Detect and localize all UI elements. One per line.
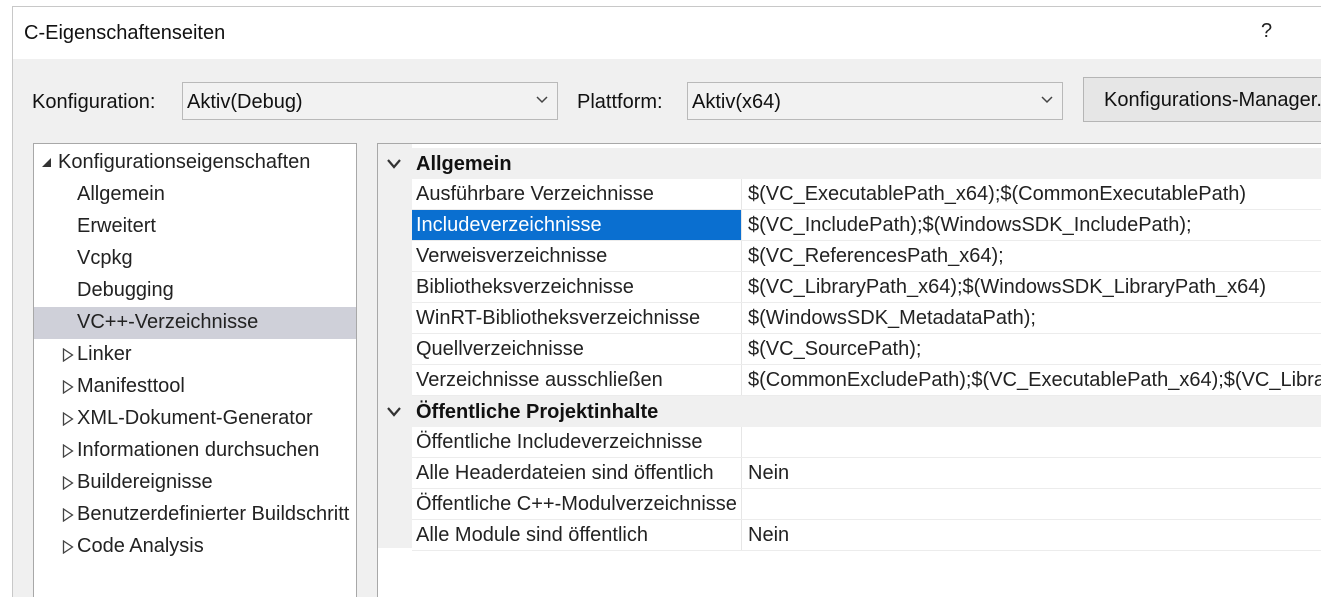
property-row[interactable]: Ausführbare Verzeichnisse $(VC_Executabl… xyxy=(412,179,1321,210)
chevron-down-icon xyxy=(536,96,548,104)
property-name: Quellverzeichnisse xyxy=(412,334,742,364)
category-public-project-content[interactable]: Öffentliche Projektinhalte xyxy=(378,396,1321,427)
window-title: C-Eigenschaftenseiten xyxy=(24,22,226,44)
property-value[interactable]: $(VC_SourcePath); xyxy=(748,338,921,361)
property-row[interactable]: WinRT-Bibliotheksverzeichnisse $(Windows… xyxy=(412,303,1321,334)
chevron-down-icon xyxy=(1041,96,1053,104)
property-row[interactable]: Alle Module sind öffentlich Nein xyxy=(412,520,1321,551)
property-value[interactable]: $(CommonExcludePath);$(VC_ExecutablePath… xyxy=(748,369,1321,392)
collapsed-triangle-icon[interactable] xyxy=(62,540,74,554)
tree-item-root[interactable]: Konfigurationseigenschaften xyxy=(34,147,356,179)
property-value[interactable]: $(WindowsSDK_MetadataPath); xyxy=(748,307,1036,330)
tree-item-label: Buildereignisse xyxy=(77,471,213,493)
tree-item-build-events[interactable]: Buildereignisse xyxy=(34,467,356,499)
property-pages-window: C-Eigenschaftenseiten ? Konfiguration: A… xyxy=(12,6,1321,597)
tree-item-code-analysis[interactable]: Code Analysis xyxy=(34,531,356,563)
tree-item-vcpkg[interactable]: Vcpkg xyxy=(34,243,356,275)
property-name: Öffentliche C++-Modulverzeichnisse xyxy=(412,489,742,519)
tree-item-erweitert[interactable]: Erweitert xyxy=(34,211,356,243)
tree-item-allgemein[interactable]: Allgemein xyxy=(34,179,356,211)
config-manager-button[interactable]: Konfigurations-Manager... xyxy=(1083,77,1321,122)
tree-item-label: Linker xyxy=(77,343,132,365)
tree-item-label: Benutzerdefinierter Buildschritt xyxy=(77,503,350,525)
config-label: Konfiguration: xyxy=(32,91,156,113)
tree-item-label: Konfigurationseigenschaften xyxy=(58,151,311,173)
property-row[interactable]: Öffentliche C++-Modulverzeichnisse xyxy=(412,489,1321,520)
property-name: Bibliotheksverzeichnisse xyxy=(412,272,742,302)
collapsed-triangle-icon[interactable] xyxy=(62,444,74,458)
config-manager-label: Konfigurations-Manager... xyxy=(1104,89,1321,111)
property-name: Ausführbare Verzeichnisse xyxy=(412,179,742,209)
platform-value: Aktiv(x64) xyxy=(692,91,781,113)
property-name: Alle Headerdateien sind öffentlich xyxy=(412,458,742,488)
property-value[interactable]: $(VC_IncludePath);$(WindowsSDK_IncludePa… xyxy=(748,214,1192,237)
tree-item-label: Allgemein xyxy=(77,183,165,205)
expanded-triangle-icon[interactable] xyxy=(41,158,52,168)
grid-gutter xyxy=(378,144,412,548)
property-value[interactable]: $(VC_ReferencesPath_x64); xyxy=(748,245,1004,268)
property-grid: Allgemein Ausführbare Verzeichnisse $(VC… xyxy=(377,143,1321,597)
property-name: WinRT-Bibliotheksverzeichnisse xyxy=(412,303,742,333)
platform-dropdown[interactable]: Aktiv(x64) xyxy=(687,82,1063,120)
title-bar: C-Eigenschaftenseiten ? xyxy=(13,7,1321,59)
chevron-down-icon[interactable] xyxy=(386,157,402,171)
property-row[interactable]: Alle Headerdateien sind öffentlich Nein xyxy=(412,458,1321,489)
tree-item-label: Code Analysis xyxy=(77,535,204,557)
tree-item-debugging[interactable]: Debugging xyxy=(34,275,356,307)
property-row[interactable]: Öffentliche Includeverzeichnisse xyxy=(412,427,1321,458)
property-value[interactable]: Nein xyxy=(748,524,789,547)
tree-item-label: Debugging xyxy=(77,279,174,301)
category-allgemein[interactable]: Allgemein xyxy=(378,148,1321,179)
collapsed-triangle-icon[interactable] xyxy=(62,380,74,394)
tree-item-vc-directories[interactable]: VC++-Verzeichnisse xyxy=(34,307,356,339)
category-tree: Konfigurationseigenschaften Allgemein Er… xyxy=(33,143,357,597)
tree-item-manifesttool[interactable]: Manifesttool xyxy=(34,371,356,403)
property-value[interactable]: $(VC_LibraryPath_x64);$(WindowsSDK_Libra… xyxy=(748,276,1266,299)
tree-item-label: VC++-Verzeichnisse xyxy=(77,311,259,333)
tree-item-label: Manifesttool xyxy=(77,375,185,397)
property-value[interactable]: $(VC_ExecutablePath_x64);$(CommonExecuta… xyxy=(748,183,1246,206)
collapsed-triangle-icon[interactable] xyxy=(62,412,74,426)
tree-item-browse-info[interactable]: Informationen durchsuchen xyxy=(34,435,356,467)
tree-item-label: Erweitert xyxy=(77,215,156,237)
tree-item-label: XML-Dokument-Generator xyxy=(77,407,313,429)
property-name-selected: Includeverzeichnisse xyxy=(412,210,742,240)
property-row[interactable]: Includeverzeichnisse $(VC_IncludePath);$… xyxy=(412,210,1321,241)
property-row[interactable]: Verzeichnisse ausschließen $(CommonExclu… xyxy=(412,365,1321,396)
category-label: Allgemein xyxy=(416,153,512,175)
tree-item-linker[interactable]: Linker xyxy=(34,339,356,371)
property-name: Öffentliche Includeverzeichnisse xyxy=(412,427,742,457)
collapsed-triangle-icon[interactable] xyxy=(62,348,74,362)
tree-item-label: Informationen durchsuchen xyxy=(77,439,320,461)
property-name: Alle Module sind öffentlich xyxy=(412,520,742,550)
platform-label: Plattform: xyxy=(577,91,663,113)
property-name: Verzeichnisse ausschließen xyxy=(412,365,742,395)
property-row[interactable]: Verweisverzeichnisse $(VC_ReferencesPath… xyxy=(412,241,1321,272)
tree-item-label: Vcpkg xyxy=(77,247,133,269)
help-button[interactable]: ? xyxy=(1261,20,1272,43)
tree-item-custom-build-step[interactable]: Benutzerdefinierter Buildschritt xyxy=(34,499,356,531)
collapsed-triangle-icon[interactable] xyxy=(62,476,74,490)
property-row[interactable]: Quellverzeichnisse $(VC_SourcePath); xyxy=(412,334,1321,365)
property-row[interactable]: Bibliotheksverzeichnisse $(VC_LibraryPat… xyxy=(412,272,1321,303)
tree-item-xml-doc-generator[interactable]: XML-Dokument-Generator xyxy=(34,403,356,435)
config-dropdown[interactable]: Aktiv(Debug) xyxy=(182,82,558,120)
property-value[interactable]: Nein xyxy=(748,462,789,485)
collapsed-triangle-icon[interactable] xyxy=(62,508,74,522)
category-label: Öffentliche Projektinhalte xyxy=(416,401,659,423)
property-name: Verweisverzeichnisse xyxy=(412,241,742,271)
chevron-down-icon[interactable] xyxy=(386,405,402,419)
config-value: Aktiv(Debug) xyxy=(187,91,303,113)
